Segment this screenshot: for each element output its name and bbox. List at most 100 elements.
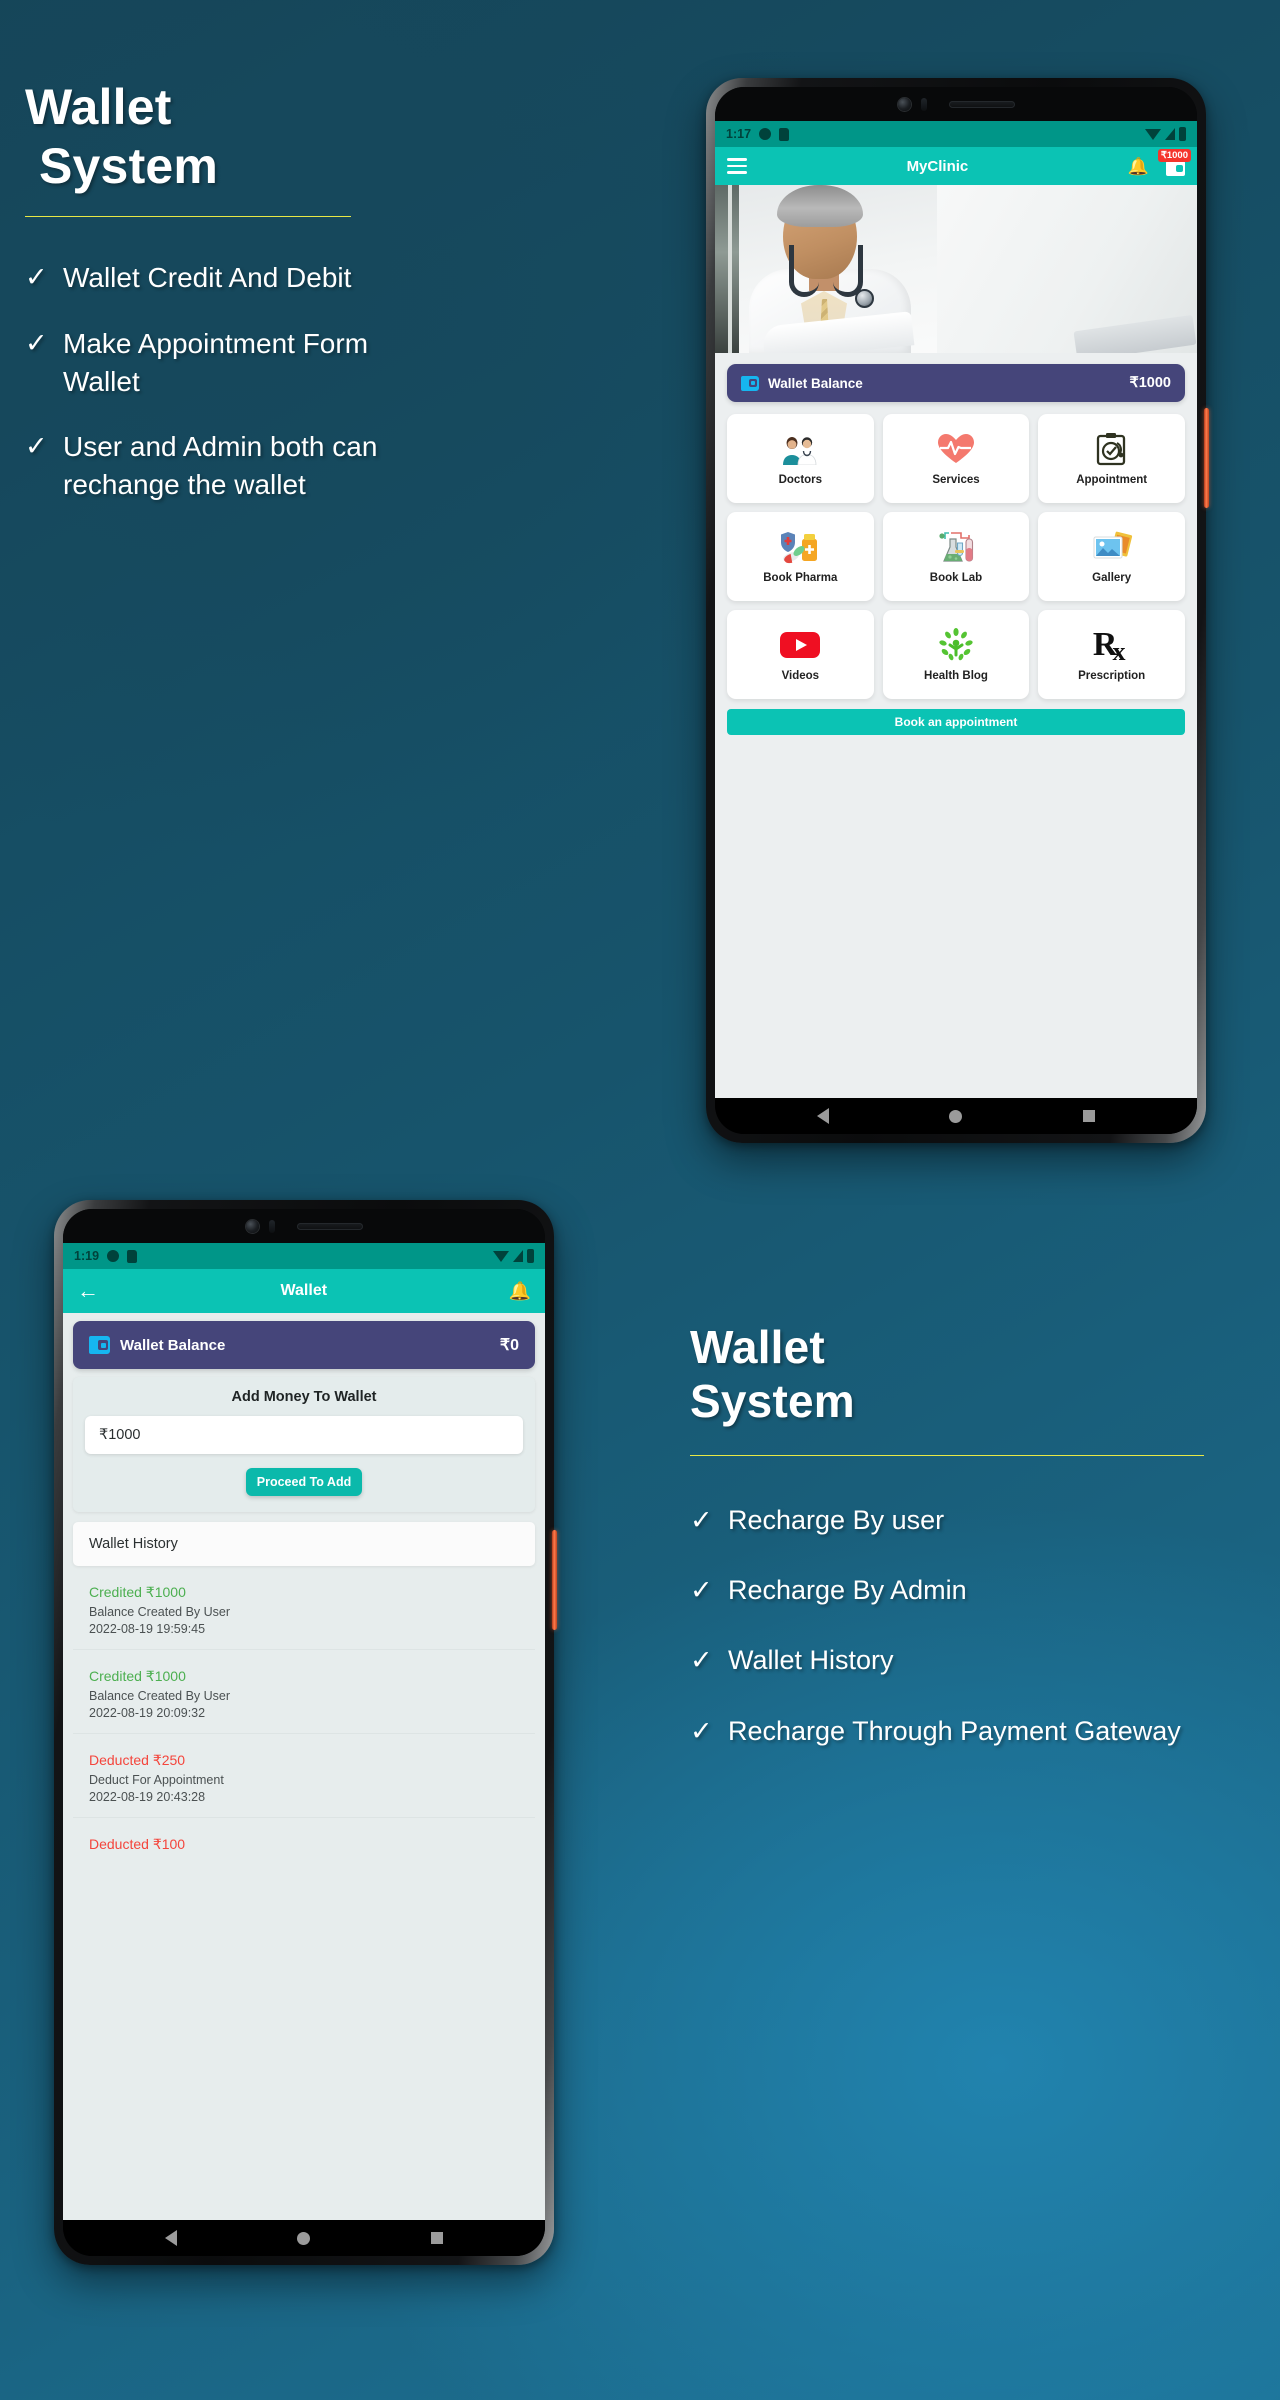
tile-prescription[interactable]: Rx Prescription <box>1038 610 1185 699</box>
promo-top-title-line1: Wallet <box>25 79 172 135</box>
promo-top-title-line2: System <box>39 138 219 194</box>
back-arrow-icon[interactable]: ← <box>77 1280 99 1302</box>
stethoscope-bell-icon <box>855 289 874 308</box>
tile-health-blog[interactable]: Health Blog <box>882 610 1030 699</box>
power-button[interactable] <box>552 1530 557 1630</box>
add-money-card: Add Money To Wallet ₹1000 Proceed To Add <box>73 1377 535 1512</box>
check-icon: ✓ <box>690 1645 713 1676</box>
recents-square-icon[interactable] <box>1082 1110 1095 1122</box>
check-icon: ✓ <box>690 1715 713 1746</box>
system-navigation-bar-wallet <box>63 2220 545 2256</box>
phone-notch <box>63 1209 545 1243</box>
promo-top-title: Wallet System <box>25 78 445 196</box>
front-camera-icon <box>897 97 911 111</box>
history-list-item[interactable]: Deducted ₹250 Deduct For Appointment 202… <box>73 1740 535 1818</box>
tile-label: Prescription <box>1078 670 1146 682</box>
rx-symbol-icon: Rx <box>1092 626 1126 666</box>
stethoscope-right-tube <box>833 245 863 297</box>
tile-label: Appointment <box>1076 474 1148 486</box>
back-triangle-icon[interactable] <box>165 2230 178 2246</box>
wallet-balance-label: Wallet Balance <box>120 1336 226 1354</box>
stethoscope-left-tube <box>789 245 819 297</box>
promo-bottom-bullet-label: Wallet History <box>728 1645 894 1676</box>
promo-block-top: Wallet System ✓ Wallet Credit And Debit … <box>25 78 445 532</box>
recents-square-icon[interactable] <box>430 2232 443 2244</box>
promo-bottom-bullet-list: ✓ Recharge By user ✓ Recharge By Admin ✓… <box>690 1502 1210 1750</box>
app-bar-wallet: ← Wallet 🔔 <box>63 1269 545 1313</box>
youtube-icon <box>779 627 821 663</box>
tile-label: Videos <box>781 670 820 682</box>
promo-bottom-title-line2: System <box>690 1375 855 1428</box>
home-circle-icon[interactable] <box>949 1109 963 1123</box>
wallet-balance-bar[interactable]: Wallet Balance ₹0 <box>73 1321 535 1369</box>
promo-bottom-bullet: ✓ Recharge Through Payment Gateway <box>690 1713 1210 1749</box>
promo-block-bottom: Wallet System ✓ Recharge By user ✓ Recha… <box>690 1320 1210 1783</box>
history-amount: Credited ₹1000 <box>89 1584 186 1600</box>
earpiece-speaker-icon <box>296 1222 363 1230</box>
status-time: 1:19 <box>74 1249 100 1263</box>
clock-dot-icon <box>759 128 772 140</box>
bell-icon[interactable]: 🔔 <box>1128 158 1149 175</box>
power-button[interactable] <box>1204 408 1209 508</box>
signal-icon <box>513 1250 523 1262</box>
history-amount: Credited ₹1000 <box>89 1668 186 1684</box>
wallet-icon-button[interactable]: ₹1000 <box>1157 149 1191 176</box>
promo-top-bullet-label: User and Admin both can rechange the wal… <box>63 431 378 501</box>
history-timestamp: 2022-08-19 20:43:28 <box>89 1790 206 1804</box>
back-triangle-icon[interactable] <box>817 1108 830 1124</box>
check-icon: ✓ <box>690 1504 713 1535</box>
tile-appointment[interactable]: Appointment <box>1038 414 1185 503</box>
wallet-icon <box>741 375 759 391</box>
phone-notch <box>715 87 1197 121</box>
home-content: Wallet Balance ₹1000 Doctors Services Ap… <box>715 353 1197 1098</box>
app-title: MyClinic <box>906 157 969 175</box>
promo-bottom-divider <box>690 1454 1204 1456</box>
hero-doctor-image <box>715 185 1197 353</box>
page-title: Wallet <box>280 1282 328 1299</box>
phone-screen-wallet: 1:19 ← Wallet 🔔 Wallet Balance ₹0 Add Mo… <box>63 1243 545 2220</box>
tile-book-lab[interactable]: Book Lab <box>882 512 1030 601</box>
doctor-hair <box>777 185 863 227</box>
promo-bottom-bullet-label: Recharge Through Payment Gateway <box>728 1715 1181 1746</box>
home-circle-icon[interactable] <box>297 2231 311 2245</box>
wallet-balance-bar[interactable]: Wallet Balance ₹1000 <box>727 364 1185 402</box>
wifi-icon <box>1145 128 1161 140</box>
history-amount: Deducted ₹100 <box>89 1836 186 1852</box>
hamburger-menu-icon[interactable] <box>727 158 747 174</box>
tile-gallery[interactable]: Gallery <box>1038 512 1185 601</box>
wallet-content: Wallet Balance ₹0 Add Money To Wallet ₹1… <box>63 1313 545 2220</box>
tile-doctors[interactable]: Doctors <box>727 414 874 503</box>
check-icon: ✓ <box>25 327 48 358</box>
tile-services[interactable]: Services <box>882 414 1030 503</box>
check-icon: ✓ <box>25 262 48 292</box>
tile-label: Gallery <box>1092 572 1132 584</box>
tile-label: Services <box>932 474 980 486</box>
bell-icon[interactable]: 🔔 <box>509 1282 531 1300</box>
photos-icon <box>1091 529 1133 565</box>
promo-top-bullet: ✓ Make Appointment Form Wallet <box>25 325 445 401</box>
status-time: 1:17 <box>726 127 752 141</box>
tile-label: Book Pharma <box>763 572 838 584</box>
phone-screen-home: 1:17 MyClinic 🔔 ₹1000 Wallet Balance ₹10… <box>715 121 1197 1098</box>
promo-bottom-bullet: ✓ Recharge By Admin <box>690 1572 1210 1608</box>
phone-bezel-wallet: 1:19 ← Wallet 🔔 Wallet Balance ₹0 Add Mo… <box>63 1209 545 2256</box>
proximity-sensor-icon <box>268 1219 275 1233</box>
promo-top-bullet-list: ✓ Wallet Credit And Debit ✓ Make Appoint… <box>25 259 445 504</box>
history-list-item[interactable]: Credited ₹1000 Balance Created By User 2… <box>73 1656 535 1734</box>
wallet-history-header: Wallet History <box>73 1522 535 1566</box>
signal-icon <box>1165 128 1175 140</box>
history-list-item[interactable]: Credited ₹1000 Balance Created By User 2… <box>73 1572 535 1650</box>
medicine-bottle-icon <box>778 529 822 565</box>
proceed-to-add-button[interactable]: Proceed To Add <box>246 1468 362 1496</box>
amount-input[interactable]: ₹1000 <box>85 1416 523 1454</box>
history-amount: Deducted ₹250 <box>89 1752 186 1768</box>
book-appointment-button[interactable]: Book an appointment <box>727 709 1185 735</box>
tile-label: Book Lab <box>929 572 983 584</box>
tile-book-pharma[interactable]: Book Pharma <box>727 512 874 601</box>
system-navigation-bar-home <box>715 1098 1197 1134</box>
history-list-item[interactable]: Deducted ₹100 <box>73 1824 535 1870</box>
promo-top-bullet-label: Wallet Credit And Debit <box>63 262 352 293</box>
wallet-balance-amount: ₹1000 <box>1129 375 1171 391</box>
tile-videos[interactable]: Videos <box>727 610 874 699</box>
promo-bottom-bullet-label: Recharge By Admin <box>728 1574 967 1605</box>
